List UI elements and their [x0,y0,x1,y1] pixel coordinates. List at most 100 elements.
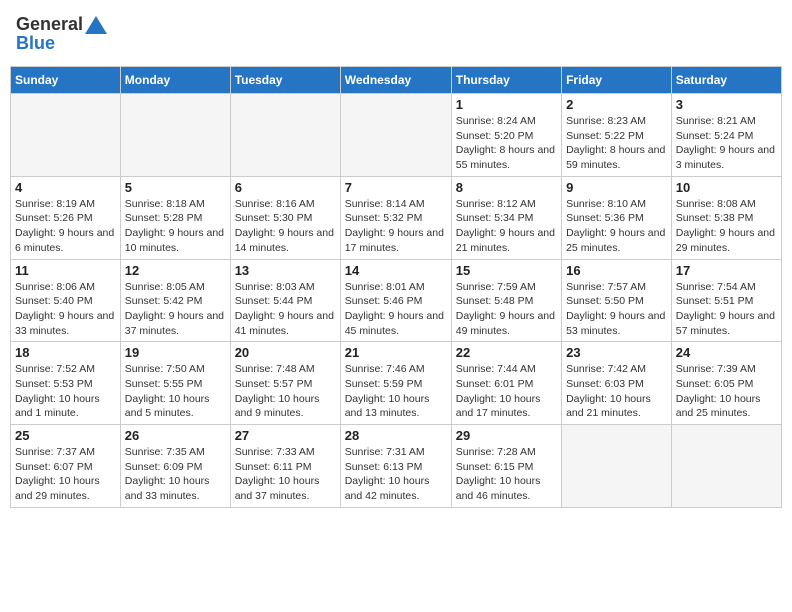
day-number: 24 [676,345,777,360]
logo-blue: Blue [16,33,55,54]
day-info: Sunrise: 7:57 AMSunset: 5:50 PMDaylight:… [566,280,667,339]
day-number: 1 [456,97,557,112]
calendar-table: SundayMondayTuesdayWednesdayThursdayFrid… [10,66,782,508]
logo: General Blue [16,14,107,54]
day-number: 6 [235,180,336,195]
calendar-cell: 9Sunrise: 8:10 AMSunset: 5:36 PMDaylight… [562,176,672,259]
day-number: 20 [235,345,336,360]
day-info: Sunrise: 7:59 AMSunset: 5:48 PMDaylight:… [456,280,557,339]
logo-icon [85,16,107,34]
calendar-cell: 17Sunrise: 7:54 AMSunset: 5:51 PMDayligh… [671,259,781,342]
day-number: 10 [676,180,777,195]
weekday-header: Friday [562,67,672,94]
calendar-cell: 5Sunrise: 8:18 AMSunset: 5:28 PMDaylight… [120,176,230,259]
day-number: 23 [566,345,667,360]
calendar-cell: 13 Sunrise: 8:03 AMSunset: 5:44 PMDayligh… [230,259,340,342]
calendar-cell [671,425,781,508]
calendar-cell: 3 Sunrise: 8:21 AMSunset: 5:24 PMDaylight… [671,94,781,177]
day-number: 21 [345,345,447,360]
logo-general: General [16,14,83,35]
calendar-cell: 27Sunrise: 7:33 AMSunset: 6:11 PMDayligh… [230,425,340,508]
weekday-header: Thursday [451,67,561,94]
calendar-week-row: 1 Sunrise: 8:24 AMSunset: 5:20 PMDaylight… [11,94,782,177]
day-number: 13 [235,263,336,278]
calendar-cell [562,425,672,508]
day-number: 25 [15,428,116,443]
weekday-header: Tuesday [230,67,340,94]
calendar-cell: 19 Sunrise: 7:50 AMSunset: 5:55 PMDayligh… [120,342,230,425]
day-info: Sunrise: 8:23 AMSunset: 5:22 PMDaylight:… [566,114,667,173]
day-number: 29 [456,428,557,443]
day-info: Sunrise: 7:50 AMSunset: 5:55 PMDaylight:… [125,362,226,421]
weekday-header: Monday [120,67,230,94]
day-info: Sunrise: 8:12 AMSunset: 5:34 PMDaylight:… [456,197,557,256]
calendar-cell: 25 Sunrise: 7:37 AMSunset: 6:07 PMDayligh… [11,425,121,508]
day-info: Sunrise: 7:46 AMSunset: 5:59 PMDaylight:… [345,362,447,421]
day-number: 14 [345,263,447,278]
day-info: Sunrise: 7:52 AMSunset: 5:53 PMDaylight:… [15,362,116,421]
day-info: Sunrise: 7:31 AMSunset: 6:13 PMDaylight:… [345,445,447,504]
calendar-cell: 28 Sunrise: 7:31 AMSunset: 6:13 PMDayligh… [340,425,451,508]
calendar-cell: 11 Sunrise: 8:06 AMSunset: 5:40 PMDayligh… [11,259,121,342]
calendar-cell: 10 Sunrise: 8:08 AMSunset: 5:38 PMDayligh… [671,176,781,259]
calendar-cell: 22 Sunrise: 7:44 AMSunset: 6:01 PMDayligh… [451,342,561,425]
day-info: Sunrise: 8:01 AMSunset: 5:46 PMDaylight:… [345,280,447,339]
day-info: Sunrise: 8:21 AMSunset: 5:24 PMDaylight:… [676,114,777,173]
day-number: 15 [456,263,557,278]
day-info: Sunrise: 8:03 AMSunset: 5:44 PMDaylight:… [235,280,336,339]
calendar-cell: 7Sunrise: 8:14 AMSunset: 5:32 PMDaylight… [340,176,451,259]
day-info: Sunrise: 7:35 AMSunset: 6:09 PMDaylight:… [125,445,226,504]
calendar-cell: 16 Sunrise: 7:57 AMSunset: 5:50 PMDayligh… [562,259,672,342]
calendar-cell [340,94,451,177]
day-info: Sunrise: 7:48 AMSunset: 5:57 PMDaylight:… [235,362,336,421]
day-info: Sunrise: 7:39 AMSunset: 6:05 PMDaylight:… [676,362,777,421]
day-number: 28 [345,428,447,443]
calendar-cell: 12 Sunrise: 8:05 AMSunset: 5:42 PMDayligh… [120,259,230,342]
day-number: 2 [566,97,667,112]
calendar-cell: 26Sunrise: 7:35 AMSunset: 6:09 PMDayligh… [120,425,230,508]
calendar-cell: 14 Sunrise: 8:01 AMSunset: 5:46 PMDayligh… [340,259,451,342]
calendar-cell: 4 Sunrise: 8:19 AMSunset: 5:26 PMDaylight… [11,176,121,259]
calendar-cell [230,94,340,177]
day-number: 19 [125,345,226,360]
day-info: Sunrise: 7:42 AMSunset: 6:03 PMDaylight:… [566,362,667,421]
day-number: 27 [235,428,336,443]
day-info: Sunrise: 8:08 AMSunset: 5:38 PMDaylight:… [676,197,777,256]
day-number: 5 [125,180,226,195]
calendar-cell [11,94,121,177]
day-number: 18 [15,345,116,360]
calendar-cell: 6 Sunrise: 8:16 AMSunset: 5:30 PMDaylight… [230,176,340,259]
calendar-cell: 21 Sunrise: 7:46 AMSunset: 5:59 PMDayligh… [340,342,451,425]
day-number: 11 [15,263,116,278]
calendar-cell: 24 Sunrise: 7:39 AMSunset: 6:05 PMDayligh… [671,342,781,425]
day-info: Sunrise: 8:05 AMSunset: 5:42 PMDaylight:… [125,280,226,339]
day-info: Sunrise: 7:37 AMSunset: 6:07 PMDaylight:… [15,445,116,504]
weekday-header: Wednesday [340,67,451,94]
day-info: Sunrise: 7:44 AMSunset: 6:01 PMDaylight:… [456,362,557,421]
day-number: 8 [456,180,557,195]
day-number: 17 [676,263,777,278]
day-info: Sunrise: 7:28 AMSunset: 6:15 PMDaylight:… [456,445,557,504]
day-info: Sunrise: 8:19 AMSunset: 5:26 PMDaylight:… [15,197,116,256]
day-info: Sunrise: 8:16 AMSunset: 5:30 PMDaylight:… [235,197,336,256]
day-number: 4 [15,180,116,195]
day-info: Sunrise: 8:24 AMSunset: 5:20 PMDaylight:… [456,114,557,173]
day-number: 22 [456,345,557,360]
calendar-week-row: 11 Sunrise: 8:06 AMSunset: 5:40 PMDayligh… [11,259,782,342]
calendar-cell: 23 Sunrise: 7:42 AMSunset: 6:03 PMDayligh… [562,342,672,425]
day-number: 16 [566,263,667,278]
day-number: 7 [345,180,447,195]
day-number: 12 [125,263,226,278]
calendar-header-row: SundayMondayTuesdayWednesdayThursdayFrid… [11,67,782,94]
day-info: Sunrise: 8:06 AMSunset: 5:40 PMDaylight:… [15,280,116,339]
weekday-header: Saturday [671,67,781,94]
calendar-cell: 1 Sunrise: 8:24 AMSunset: 5:20 PMDaylight… [451,94,561,177]
calendar-cell: 20 Sunrise: 7:48 AMSunset: 5:57 PMDayligh… [230,342,340,425]
calendar-cell: 15 Sunrise: 7:59 AMSunset: 5:48 PMDayligh… [451,259,561,342]
calendar-cell: 29 Sunrise: 7:28 AMSunset: 6:15 PMDayligh… [451,425,561,508]
page-header: General Blue [10,10,782,58]
day-number: 3 [676,97,777,112]
calendar-cell: 2 Sunrise: 8:23 AMSunset: 5:22 PMDaylight… [562,94,672,177]
weekday-header: Sunday [11,67,121,94]
calendar-cell: 8 Sunrise: 8:12 AMSunset: 5:34 PMDaylight… [451,176,561,259]
